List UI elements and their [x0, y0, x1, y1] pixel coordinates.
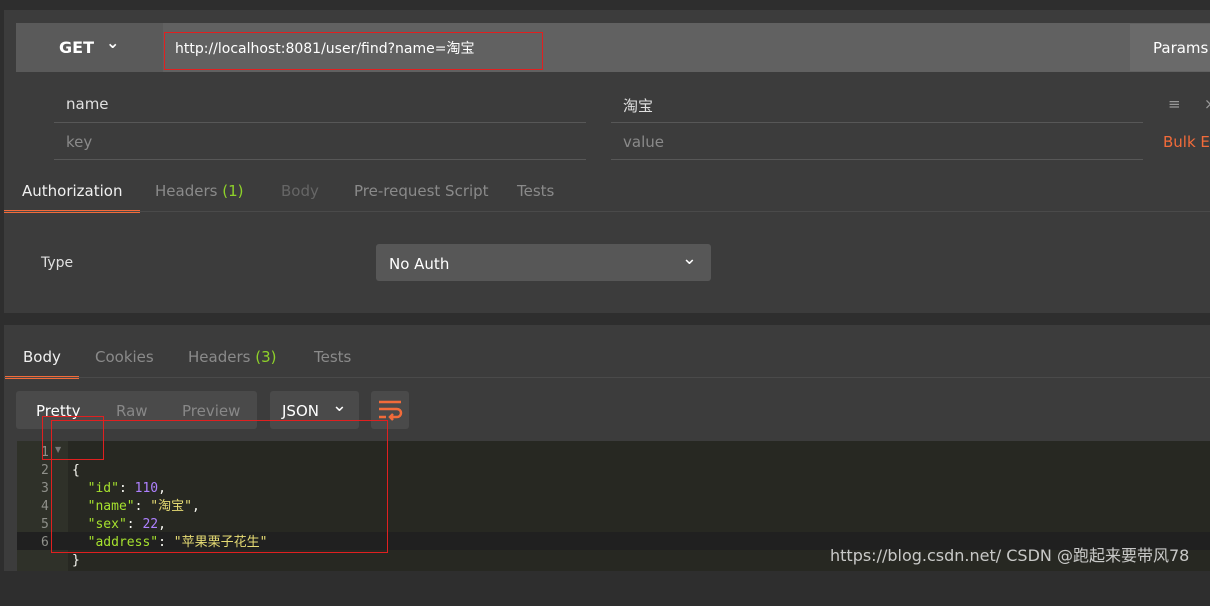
line-numbers: 123456 — [41, 444, 49, 552]
auth-type-value: No Auth — [389, 255, 450, 273]
line-number: 3 — [41, 481, 49, 496]
method-dropdown[interactable]: GET ⌄ — [16, 23, 163, 72]
headers-count: (3) — [255, 348, 277, 366]
key-input[interactable]: key — [66, 133, 92, 151]
tab-label: Headers — [188, 348, 251, 366]
param-key[interactable]: name — [66, 95, 109, 113]
close-icon[interactable]: × — [1204, 95, 1210, 113]
line-number: 2 — [41, 463, 49, 478]
tab-response-tests[interactable]: Tests — [314, 348, 351, 366]
param-value[interactable]: 淘宝 — [623, 95, 653, 116]
line-highlight — [42, 416, 104, 460]
headers-count: (1) — [222, 182, 244, 200]
auth-type-dropdown[interactable]: No Auth ⌄ — [376, 244, 711, 281]
chevron-down-icon: ⌄ — [106, 33, 120, 52]
bulk-edit-icon[interactable]: ≡ — [1168, 95, 1181, 113]
auth-type-label: Type — [41, 255, 74, 271]
chevron-down-icon: ⌄ — [331, 395, 347, 416]
value-input[interactable]: value — [623, 133, 664, 151]
line-number: 6 — [41, 535, 49, 550]
tab-authorization[interactable]: Authorization — [3, 182, 142, 213]
format-label: JSON — [282, 402, 319, 420]
bulk-edit-link[interactable]: Bulk Edit — [1163, 133, 1210, 151]
tab-cookies[interactable]: Cookies — [95, 348, 154, 366]
view-raw[interactable]: Raw — [116, 402, 148, 420]
chevron-down-icon: ⌄ — [681, 248, 697, 269]
method-label: GET — [59, 38, 94, 57]
tab-tests[interactable]: Tests — [517, 182, 554, 200]
tab-response-headers[interactable]: Headers (3) — [188, 348, 276, 366]
line-number: 4 — [41, 499, 49, 514]
params-label: Params — [1153, 39, 1209, 57]
view-preview[interactable]: Preview — [182, 402, 240, 420]
params-button[interactable]: Params — [1130, 24, 1210, 71]
tab-headers[interactable]: Headers (1) — [155, 182, 243, 200]
tab-pre-request-script[interactable]: Pre-request Script — [354, 182, 489, 200]
line-number: 5 — [41, 517, 49, 532]
tab-response-body[interactable]: Body — [5, 348, 79, 379]
tab-label: Headers — [155, 182, 218, 200]
tab-body[interactable]: Body — [281, 182, 319, 200]
watermark: https://blog.csdn.net/ CSDN @跑起来要带风78 — [830, 546, 1190, 565]
url-highlight — [164, 32, 543, 70]
